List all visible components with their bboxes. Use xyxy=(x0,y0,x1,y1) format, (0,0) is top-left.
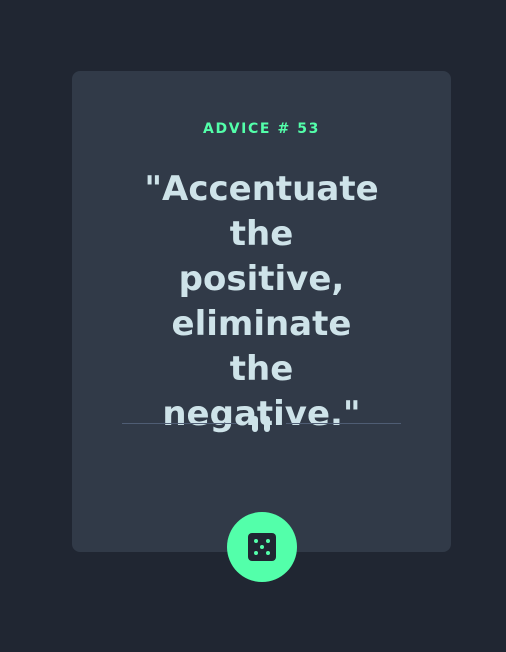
new-advice-button[interactable] xyxy=(227,512,297,582)
quote-line: eliminate xyxy=(171,304,352,344)
pattern-divider xyxy=(122,415,401,433)
quote-line: the xyxy=(229,349,294,389)
quote-line: "Accentuate xyxy=(144,169,379,209)
divider-line-right xyxy=(286,423,401,424)
advice-number: ADVICE # 53 xyxy=(203,121,320,137)
pause-bar xyxy=(264,416,270,432)
quote-line: the positive, xyxy=(178,214,345,299)
advice-card: ADVICE # 53 "Accentuate the positive, el… xyxy=(72,71,451,552)
pause-bar xyxy=(252,416,258,432)
dice-icon xyxy=(248,533,276,561)
pause-icon xyxy=(252,415,272,433)
divider-line-left xyxy=(122,423,237,424)
advice-quote: "Accentuate the positive, eliminate the … xyxy=(144,167,379,437)
